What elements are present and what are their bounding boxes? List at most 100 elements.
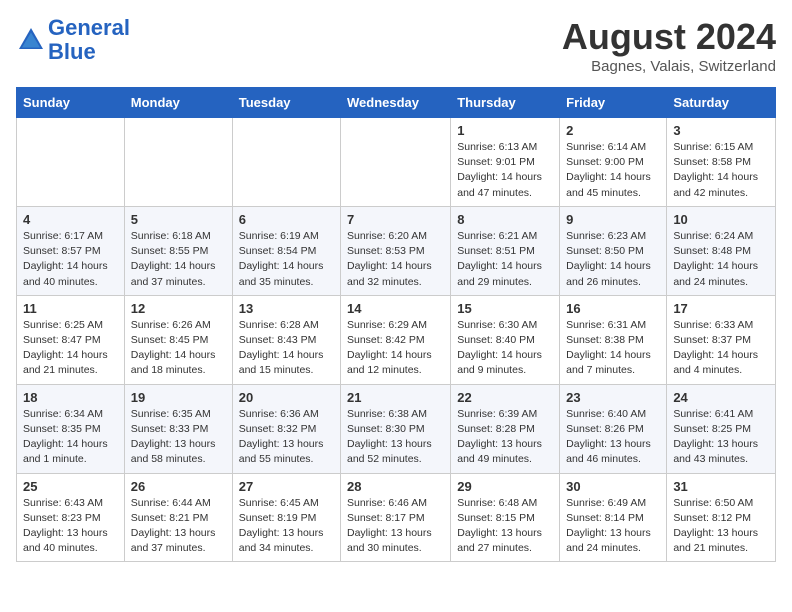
calendar-week-row: 25 Sunrise: 6:43 AM Sunset: 8:23 PM Dayli… [17, 473, 776, 562]
day-info: Sunrise: 6:26 AM Sunset: 8:45 PM Dayligh… [131, 318, 226, 379]
day-number: 13 [239, 301, 334, 316]
calendar-cell: 12 Sunrise: 6:26 AM Sunset: 8:45 PM Dayli… [124, 295, 232, 384]
day-number: 10 [673, 212, 769, 227]
day-info: Sunrise: 6:17 AM Sunset: 8:57 PM Dayligh… [23, 229, 118, 290]
day-info: Sunrise: 6:25 AM Sunset: 8:47 PM Dayligh… [23, 318, 118, 379]
day-number: 27 [239, 479, 334, 494]
day-info: Sunrise: 6:39 AM Sunset: 8:28 PM Dayligh… [457, 407, 553, 468]
day-number: 14 [347, 301, 444, 316]
calendar-cell: 19 Sunrise: 6:35 AM Sunset: 8:33 PM Dayli… [124, 384, 232, 473]
calendar-cell: 3Sunrise: 6:15 AM Sunset: 8:58 PM Daylig… [667, 118, 776, 207]
month-title: August 2024 [562, 16, 776, 58]
day-info: Sunrise: 6:48 AM Sunset: 8:15 PM Dayligh… [457, 496, 553, 557]
calendar-cell: 14 Sunrise: 6:29 AM Sunset: 8:42 PM Dayli… [341, 295, 451, 384]
calendar-cell: 10 Sunrise: 6:24 AM Sunset: 8:48 PM Dayli… [667, 206, 776, 295]
day-number: 11 [23, 301, 118, 316]
day-number: 23 [566, 390, 660, 405]
day-info: Sunrise: 6:23 AM Sunset: 8:50 PM Dayligh… [566, 229, 660, 290]
calendar-cell: 28 Sunrise: 6:46 AM Sunset: 8:17 PM Dayli… [341, 473, 451, 562]
calendar-week-row: 11 Sunrise: 6:25 AM Sunset: 8:47 PM Dayli… [17, 295, 776, 384]
col-header-saturday: Saturday [667, 88, 776, 118]
col-header-tuesday: Tuesday [232, 88, 340, 118]
day-number: 20 [239, 390, 334, 405]
day-info: Sunrise: 6:18 AM Sunset: 8:55 PM Dayligh… [131, 229, 226, 290]
day-number: 24 [673, 390, 769, 405]
day-number: 4 [23, 212, 118, 227]
day-number: 12 [131, 301, 226, 316]
day-number: 26 [131, 479, 226, 494]
calendar-cell: 2 Sunrise: 6:14 AM Sunset: 9:00 PM Daylig… [560, 118, 667, 207]
calendar-cell: 30 Sunrise: 6:49 AM Sunset: 8:14 PM Dayli… [560, 473, 667, 562]
day-info: Sunrise: 6:49 AM Sunset: 8:14 PM Dayligh… [566, 496, 660, 557]
calendar-cell: 13Sunrise: 6:28 AM Sunset: 8:43 PM Dayli… [232, 295, 340, 384]
calendar-cell: 31 Sunrise: 6:50 AM Sunset: 8:12 PM Dayli… [667, 473, 776, 562]
day-info: Sunrise: 6:31 AM Sunset: 8:38 PM Dayligh… [566, 318, 660, 379]
calendar-cell [232, 118, 340, 207]
day-info: Sunrise: 6:33 AM Sunset: 8:37 PM Dayligh… [673, 318, 769, 379]
day-number: 17 [673, 301, 769, 316]
day-number: 31 [673, 479, 769, 494]
day-info: Sunrise: 6:36 AM Sunset: 8:32 PM Dayligh… [239, 407, 334, 468]
calendar-cell: 15Sunrise: 6:30 AM Sunset: 8:40 PM Dayli… [451, 295, 560, 384]
day-number: 25 [23, 479, 118, 494]
day-info: Sunrise: 6:40 AM Sunset: 8:26 PM Dayligh… [566, 407, 660, 468]
col-header-sunday: Sunday [17, 88, 125, 118]
day-number: 6 [239, 212, 334, 227]
calendar-cell: 8Sunrise: 6:21 AM Sunset: 8:51 PM Daylig… [451, 206, 560, 295]
calendar-cell: 22Sunrise: 6:39 AM Sunset: 8:28 PM Dayli… [451, 384, 560, 473]
day-info: Sunrise: 6:35 AM Sunset: 8:33 PM Dayligh… [131, 407, 226, 468]
day-info: Sunrise: 6:50 AM Sunset: 8:12 PM Dayligh… [673, 496, 769, 557]
calendar-cell: 7 Sunrise: 6:20 AM Sunset: 8:53 PM Daylig… [341, 206, 451, 295]
day-info: Sunrise: 6:15 AM Sunset: 8:58 PM Dayligh… [673, 140, 769, 201]
calendar-cell: 4 Sunrise: 6:17 AM Sunset: 8:57 PM Daylig… [17, 206, 125, 295]
day-number: 28 [347, 479, 444, 494]
day-info: Sunrise: 6:19 AM Sunset: 8:54 PM Dayligh… [239, 229, 334, 290]
calendar-cell: 16 Sunrise: 6:31 AM Sunset: 8:38 PM Dayli… [560, 295, 667, 384]
day-info: Sunrise: 6:45 AM Sunset: 8:19 PM Dayligh… [239, 496, 334, 557]
calendar-cell: 5 Sunrise: 6:18 AM Sunset: 8:55 PM Daylig… [124, 206, 232, 295]
calendar-table: SundayMondayTuesdayWednesdayThursdayFrid… [16, 87, 776, 562]
calendar-cell: 24 Sunrise: 6:41 AM Sunset: 8:25 PM Dayli… [667, 384, 776, 473]
calendar-cell [341, 118, 451, 207]
calendar-cell: 23 Sunrise: 6:40 AM Sunset: 8:26 PM Dayli… [560, 384, 667, 473]
calendar-cell: 6 Sunrise: 6:19 AM Sunset: 8:54 PM Daylig… [232, 206, 340, 295]
day-number: 30 [566, 479, 660, 494]
day-number: 5 [131, 212, 226, 227]
calendar-cell: 25 Sunrise: 6:43 AM Sunset: 8:23 PM Dayli… [17, 473, 125, 562]
calendar-cell: 21Sunrise: 6:38 AM Sunset: 8:30 PM Dayli… [341, 384, 451, 473]
day-info: Sunrise: 6:38 AM Sunset: 8:30 PM Dayligh… [347, 407, 444, 468]
day-info: Sunrise: 6:24 AM Sunset: 8:48 PM Dayligh… [673, 229, 769, 290]
title-block: August 2024 Bagnes, Valais, Switzerland [562, 16, 776, 75]
day-number: 29 [457, 479, 553, 494]
calendar-cell: 9Sunrise: 6:23 AM Sunset: 8:50 PM Daylig… [560, 206, 667, 295]
day-info: Sunrise: 6:43 AM Sunset: 8:23 PM Dayligh… [23, 496, 118, 557]
calendar-cell: 18 Sunrise: 6:34 AM Sunset: 8:35 PM Dayli… [17, 384, 125, 473]
day-info: Sunrise: 6:46 AM Sunset: 8:17 PM Dayligh… [347, 496, 444, 557]
day-info: Sunrise: 6:14 AM Sunset: 9:00 PM Dayligh… [566, 140, 660, 201]
day-info: Sunrise: 6:41 AM Sunset: 8:25 PM Dayligh… [673, 407, 769, 468]
calendar-cell: 17 Sunrise: 6:33 AM Sunset: 8:37 PM Dayli… [667, 295, 776, 384]
calendar-header-row: SundayMondayTuesdayWednesdayThursdayFrid… [17, 88, 776, 118]
logo-text: General Blue [48, 16, 130, 64]
day-number: 16 [566, 301, 660, 316]
day-info: Sunrise: 6:21 AM Sunset: 8:51 PM Dayligh… [457, 229, 553, 290]
day-info: Sunrise: 6:34 AM Sunset: 8:35 PM Dayligh… [23, 407, 118, 468]
day-info: Sunrise: 6:30 AM Sunset: 8:40 PM Dayligh… [457, 318, 553, 379]
calendar-week-row: 18 Sunrise: 6:34 AM Sunset: 8:35 PM Dayli… [17, 384, 776, 473]
day-number: 2 [566, 123, 660, 138]
day-number: 19 [131, 390, 226, 405]
col-header-thursday: Thursday [451, 88, 560, 118]
day-info: Sunrise: 6:20 AM Sunset: 8:53 PM Dayligh… [347, 229, 444, 290]
col-header-friday: Friday [560, 88, 667, 118]
col-header-wednesday: Wednesday [341, 88, 451, 118]
day-info: Sunrise: 6:29 AM Sunset: 8:42 PM Dayligh… [347, 318, 444, 379]
calendar-cell: 26Sunrise: 6:44 AM Sunset: 8:21 PM Dayli… [124, 473, 232, 562]
location-subtitle: Bagnes, Valais, Switzerland [562, 58, 776, 75]
day-number: 18 [23, 390, 118, 405]
calendar-week-row: 1 Sunrise: 6:13 AM Sunset: 9:01 PM Daylig… [17, 118, 776, 207]
logo-icon [16, 25, 46, 55]
day-number: 7 [347, 212, 444, 227]
calendar-cell: 11 Sunrise: 6:25 AM Sunset: 8:47 PM Dayli… [17, 295, 125, 384]
day-info: Sunrise: 6:13 AM Sunset: 9:01 PM Dayligh… [457, 140, 553, 201]
day-number: 1 [457, 123, 553, 138]
